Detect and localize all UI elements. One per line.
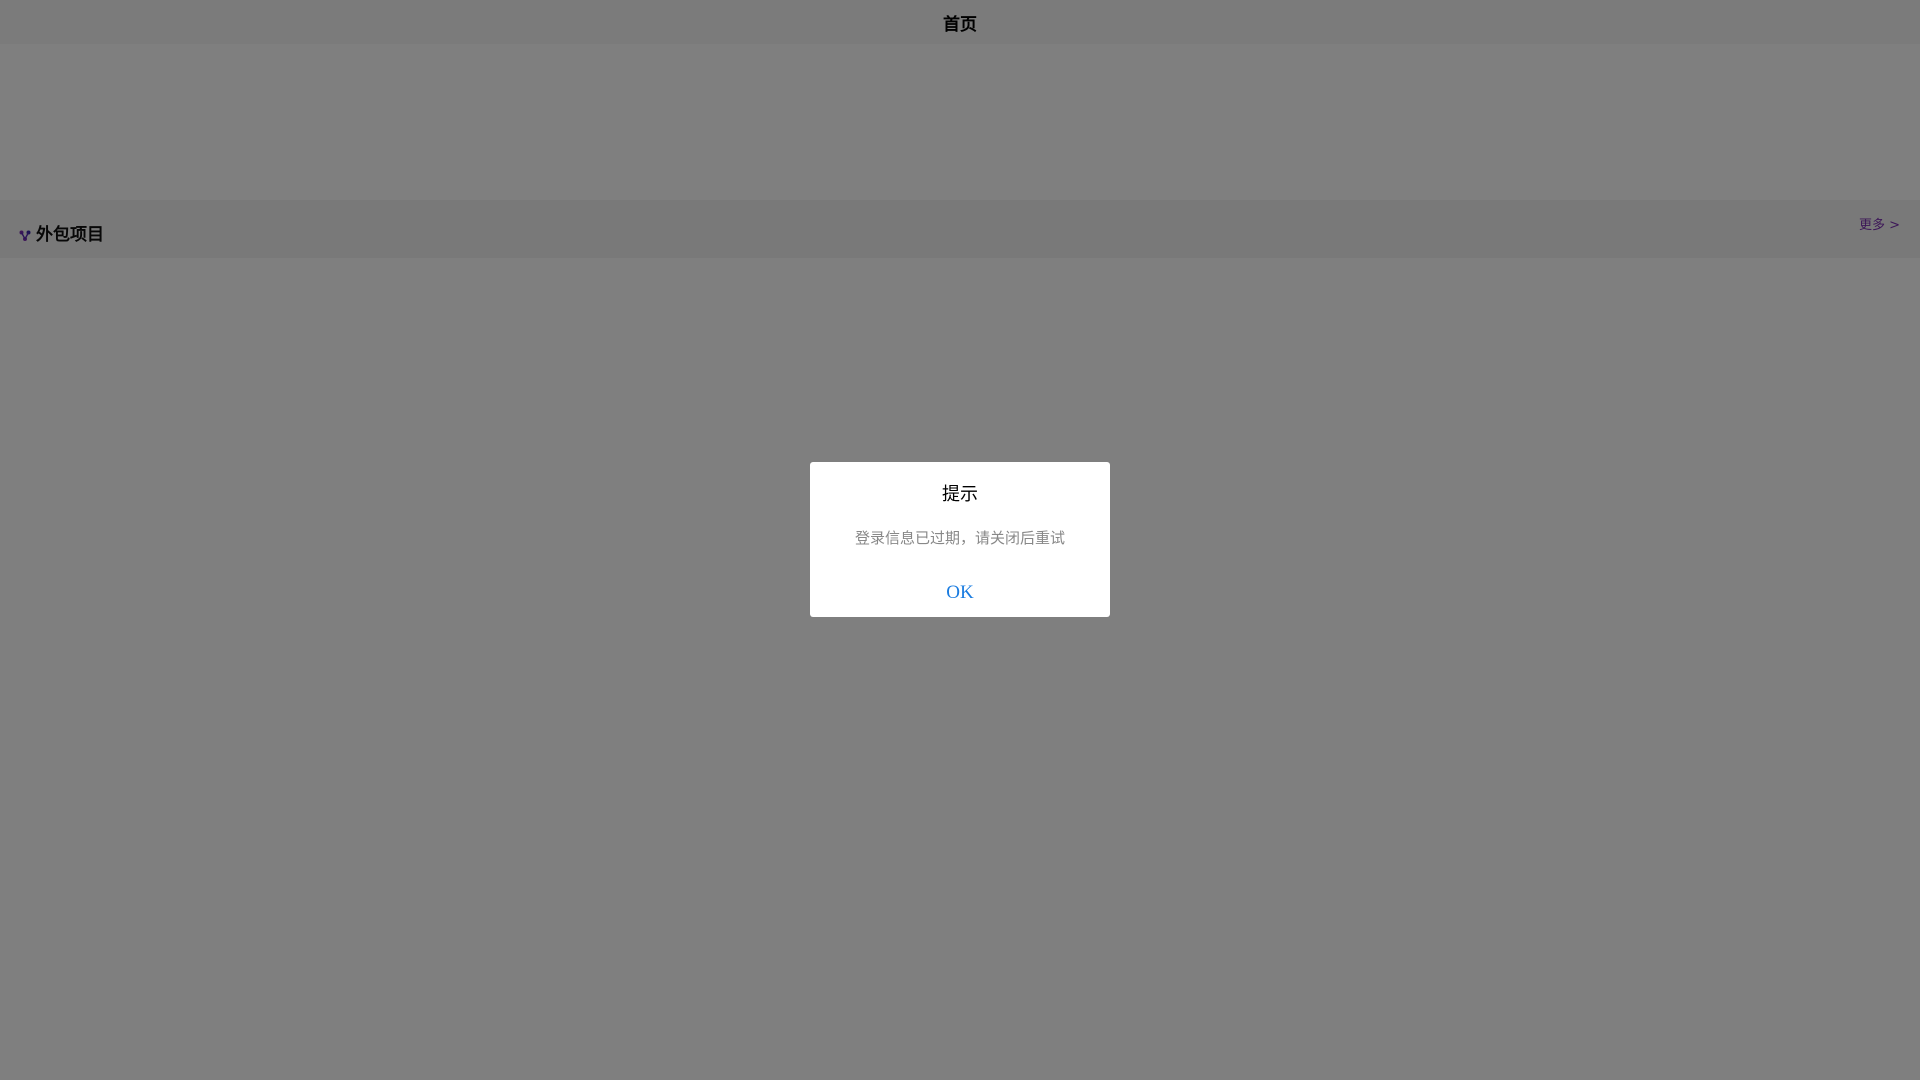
dialog-message: 登录信息已过期，请关闭后重试 xyxy=(854,529,1065,547)
dialog-title: 提示 xyxy=(942,484,978,505)
alert-dialog: 提示 登录信息已过期，请关闭后重试 OK xyxy=(810,462,1110,617)
ok-button[interactable]: OK xyxy=(810,568,1110,617)
